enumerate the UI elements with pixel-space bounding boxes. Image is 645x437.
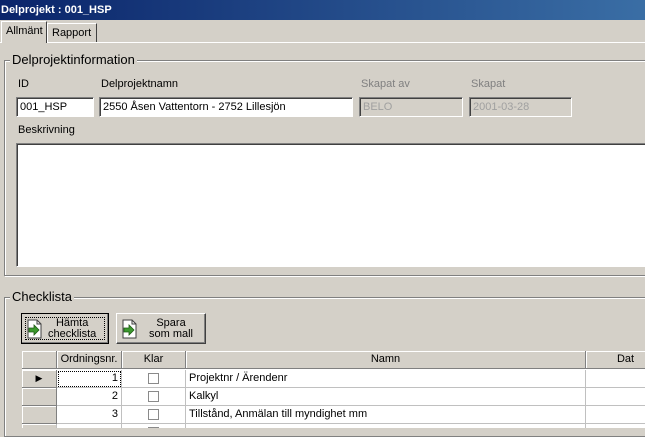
cell-name[interactable]: Tillstånd, Anmälan till myndighet mm: [186, 406, 586, 424]
id-field[interactable]: 001_HSP: [16, 97, 94, 117]
tab-rapport-label: Rapport: [52, 27, 92, 39]
cell-order[interactable]: 1: [57, 370, 122, 388]
description-textarea[interactable]: [16, 143, 645, 267]
cell-order[interactable]: 3: [57, 406, 122, 424]
tab-allmant[interactable]: Allmänt: [1, 21, 47, 43]
window-title-prefix: Delprojekt :: [1, 4, 62, 16]
window-title-value: 001_HSP: [64, 4, 112, 16]
save-as-template-button[interactable]: Spara som mall: [116, 313, 206, 344]
cell-name[interactable]: [186, 424, 586, 428]
project-info-legend: Delprojektinformation: [10, 52, 137, 67]
created-by-field: BELO: [359, 97, 463, 117]
description-label: Beskrivning: [18, 124, 75, 136]
document-arrow-icon: [27, 319, 42, 338]
cell-done[interactable]: [122, 406, 186, 424]
cell-name[interactable]: Kalkyl: [186, 388, 586, 406]
tab-strip: Allmänt Rapport: [0, 20, 645, 43]
created-date-label: Skapat: [471, 78, 506, 90]
cell-date[interactable]: [586, 370, 645, 388]
grid-header-row: Ordningsnr. Klar Namn Dat: [22, 351, 645, 369]
header-row-selector: [22, 351, 57, 369]
window-title-bar: Delprojekt : 001_HSP: [0, 0, 645, 20]
done-checkbox[interactable]: [148, 409, 159, 420]
col-header-done[interactable]: Klar: [122, 351, 186, 369]
cell-date[interactable]: [586, 424, 645, 428]
cell-date[interactable]: [586, 406, 645, 424]
fetch-label-line1: Hämta: [55, 316, 89, 329]
cell-name[interactable]: Projektnr / Ärendenr: [186, 370, 586, 388]
cell-order[interactable]: [57, 424, 122, 428]
fetch-checklist-button[interactable]: Hämta checklista: [21, 313, 109, 344]
created-date-field: 2001-03-28: [469, 97, 572, 117]
save-label-line1: Spara: [156, 316, 186, 329]
tab-allmant-label: Allmänt: [6, 25, 43, 37]
project-name-field[interactable]: 2550 Åsen Vattentorn - 2752 Lillesjön: [99, 97, 353, 117]
done-checkbox[interactable]: [148, 373, 159, 384]
checklist-legend: Checklista: [10, 289, 74, 304]
fetch-label-line2: checklista: [48, 327, 97, 340]
fetch-checklist-label: Hämta checklista: [48, 316, 97, 340]
tab-rapport[interactable]: Rapport: [47, 23, 97, 42]
checklist-grid[interactable]: Ordningsnr. Klar Namn Dat ▶ 1 Projektnr …: [22, 351, 645, 428]
row-selector[interactable]: [22, 406, 57, 424]
table-row[interactable]: ▶ 1 Projektnr / Ärendenr: [22, 370, 645, 388]
save-as-template-label: Spara som mall: [143, 316, 194, 340]
table-row[interactable]: 3 Tillstånd, Anmälan till myndighet mm: [22, 406, 645, 424]
col-header-date[interactable]: Dat: [586, 351, 645, 369]
col-header-order[interactable]: Ordningsnr.: [57, 351, 122, 369]
done-checkbox[interactable]: [148, 427, 159, 428]
document-arrow-icon: [122, 319, 137, 338]
cell-date[interactable]: [586, 388, 645, 406]
table-row[interactable]: [22, 424, 645, 428]
cell-order[interactable]: 2: [57, 388, 122, 406]
created-by-label: Skapat av: [361, 78, 410, 90]
row-selector[interactable]: [22, 388, 57, 406]
cell-done[interactable]: [122, 370, 186, 388]
cell-done[interactable]: [122, 424, 186, 428]
table-row[interactable]: 2 Kalkyl: [22, 388, 645, 406]
row-selector[interactable]: [22, 424, 57, 428]
done-checkbox[interactable]: [148, 391, 159, 402]
project-name-label: Delprojektnamn: [101, 78, 179, 90]
tab-baseline: [0, 42, 645, 43]
id-label: ID: [18, 78, 29, 90]
save-label-line2: som mall: [149, 327, 194, 340]
cell-done[interactable]: [122, 388, 186, 406]
col-header-name[interactable]: Namn: [186, 351, 586, 369]
current-row-indicator[interactable]: ▶: [22, 370, 57, 388]
